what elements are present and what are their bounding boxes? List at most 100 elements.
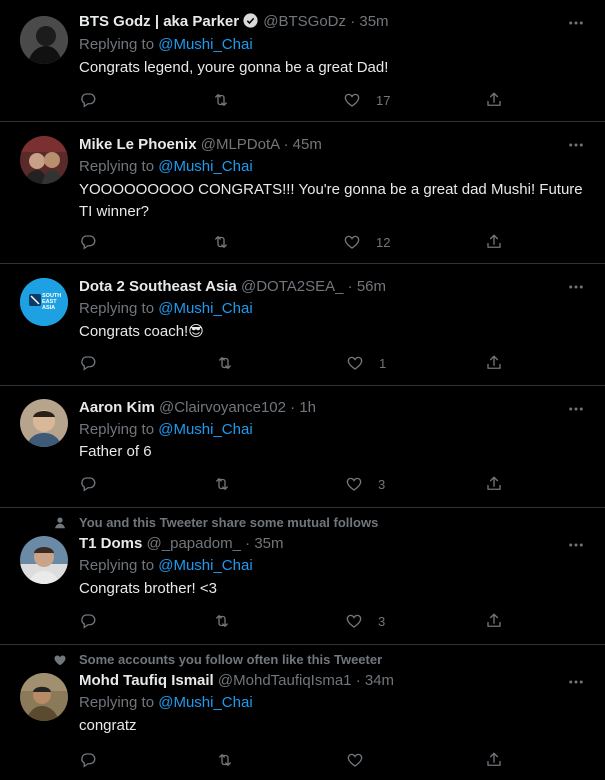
share-icon [485, 475, 503, 493]
avatar[interactable] [20, 399, 68, 447]
reply-button[interactable] [79, 750, 97, 770]
timestamp[interactable]: 35m [359, 13, 388, 30]
share-button[interactable] [485, 611, 503, 631]
mention-link[interactable]: @Mushi_Chai [158, 300, 252, 317]
tweet[interactable]: Mike Le Phoenix @MLPDotA · 45m Replying … [0, 122, 605, 264]
share-button[interactable] [485, 90, 503, 110]
share-button[interactable] [485, 232, 503, 252]
more-options-icon[interactable] [567, 278, 585, 296]
reply-icon [79, 91, 97, 109]
retweet-button[interactable] [213, 611, 231, 631]
mention-link[interactable]: @Mushi_Chai [158, 158, 252, 175]
tweet-actions: 3 [79, 474, 509, 494]
more-options-icon[interactable] [567, 136, 585, 154]
mention-link[interactable]: @Mushi_Chai [158, 36, 252, 53]
author-name[interactable]: Aaron Kim [79, 399, 155, 416]
avatar[interactable] [20, 536, 68, 584]
like-count: 3 [378, 476, 386, 492]
tweet-text: Father of 6 [79, 443, 152, 460]
verified-badge-icon [243, 13, 258, 28]
tweet-text: Congrats legend, youre gonna be a great … [79, 59, 389, 76]
tweet[interactable]: You and this Tweeter share some mutual f… [0, 508, 605, 645]
author-name[interactable]: T1 Doms [79, 535, 142, 552]
retweet-button[interactable] [216, 353, 234, 373]
mention-link[interactable]: @Mushi_Chai [158, 421, 252, 438]
author-handle[interactable]: @DOTA2SEA_ [241, 278, 343, 295]
like-button[interactable]: 1 [346, 353, 386, 373]
timestamp[interactable]: 34m [365, 672, 394, 689]
author-handle[interactable]: @_papadom_ [147, 535, 241, 552]
tweet-header: Dota 2 Southeast Asia @DOTA2SEA_ · 56m [79, 277, 386, 297]
more-options-icon[interactable] [567, 14, 585, 32]
reply-icon [79, 354, 97, 372]
reply-button[interactable] [79, 353, 97, 373]
like-button[interactable]: 12 [343, 232, 390, 252]
tweet[interactable]: Some accounts you follow often like this… [0, 645, 605, 780]
author-handle[interactable]: @Clairvoyance102 [159, 399, 286, 416]
separator: · [355, 672, 361, 689]
replying-to: Replying to @Mushi_Chai [79, 556, 253, 576]
author-handle[interactable]: @BTSGoDz [263, 13, 346, 30]
share-button[interactable] [485, 474, 503, 494]
reply-button[interactable] [79, 90, 97, 110]
like-button[interactable]: 3 [345, 474, 385, 494]
tweet[interactable]: SOUTH EAST ASIA Dota 2 Southeast Asia @D… [0, 264, 605, 386]
share-button[interactable] [485, 353, 503, 373]
avatar[interactable]: SOUTH EAST ASIA [20, 278, 68, 326]
author-handle[interactable]: @MLPDotA [201, 136, 280, 153]
retweet-button[interactable] [212, 232, 230, 252]
like-button[interactable]: 17 [343, 90, 390, 110]
tweet[interactable]: BTS Godz | aka Parker @BTSGoDz · 35m Rep… [0, 0, 605, 122]
person-icon [55, 517, 65, 529]
avatar[interactable] [20, 673, 68, 721]
replying-label: Replying to [79, 694, 155, 711]
separator: · [350, 13, 356, 30]
timestamp[interactable]: 56m [357, 278, 386, 295]
author-name[interactable]: BTS Godz | aka Parker [79, 13, 239, 30]
timestamp[interactable]: 1h [299, 399, 316, 416]
tweet-text: Congrats brother! <3 [79, 580, 217, 597]
like-count: 17 [376, 92, 391, 108]
separator: · [347, 278, 353, 295]
tweet-text: YOOOOOOOOO CONGRATS!!! You're gonna be a… [79, 181, 583, 220]
like-button[interactable]: 3 [345, 611, 385, 631]
timestamp[interactable]: 45m [293, 136, 322, 153]
timestamp[interactable]: 35m [254, 535, 283, 552]
reply-icon [79, 233, 97, 251]
tweet[interactable]: Aaron Kim @Clairvoyance102 · 1h Replying… [0, 386, 605, 508]
reply-icon [79, 612, 97, 630]
author-handle[interactable]: @MohdTaufiqIsma1 [218, 672, 352, 689]
share-button[interactable] [485, 750, 503, 770]
replying-label: Replying to [79, 300, 155, 317]
avatar-logo-text: SOUTH EAST ASIA [42, 293, 62, 311]
tweet-header: Aaron Kim @Clairvoyance102 · 1h [79, 398, 316, 418]
share-icon [485, 91, 503, 109]
more-options-icon[interactable] [567, 536, 585, 554]
author-name[interactable]: Mohd Taufiq Ismail [79, 672, 214, 689]
heart-icon [345, 612, 363, 630]
mention-link[interactable]: @Mushi_Chai [158, 694, 252, 711]
replying-to: Replying to @Mushi_Chai [79, 693, 253, 713]
retweet-button[interactable] [216, 750, 234, 770]
tweet-actions: 1 [79, 353, 509, 373]
more-options-icon[interactable] [567, 400, 585, 418]
retweet-button[interactable] [212, 90, 230, 110]
like-button[interactable] [346, 750, 379, 770]
reply-button[interactable] [79, 474, 97, 494]
social-context: Some accounts you follow often like this… [79, 652, 383, 667]
retweet-icon [212, 233, 230, 251]
tweet-header: T1 Doms @_papadom_ · 35m [79, 534, 284, 554]
separator: · [290, 399, 296, 416]
replying-label: Replying to [79, 158, 155, 175]
replying-label: Replying to [79, 36, 155, 53]
mention-link[interactable]: @Mushi_Chai [158, 557, 252, 574]
reply-button[interactable] [79, 611, 97, 631]
reply-button[interactable] [79, 232, 97, 252]
author-name[interactable]: Dota 2 Southeast Asia [79, 278, 237, 295]
retweet-button[interactable] [213, 474, 231, 494]
author-name[interactable]: Mike Le Phoenix [79, 136, 197, 153]
share-icon [485, 354, 503, 372]
avatar[interactable] [20, 16, 68, 64]
more-options-icon[interactable] [567, 673, 585, 691]
avatar[interactable] [20, 136, 68, 184]
